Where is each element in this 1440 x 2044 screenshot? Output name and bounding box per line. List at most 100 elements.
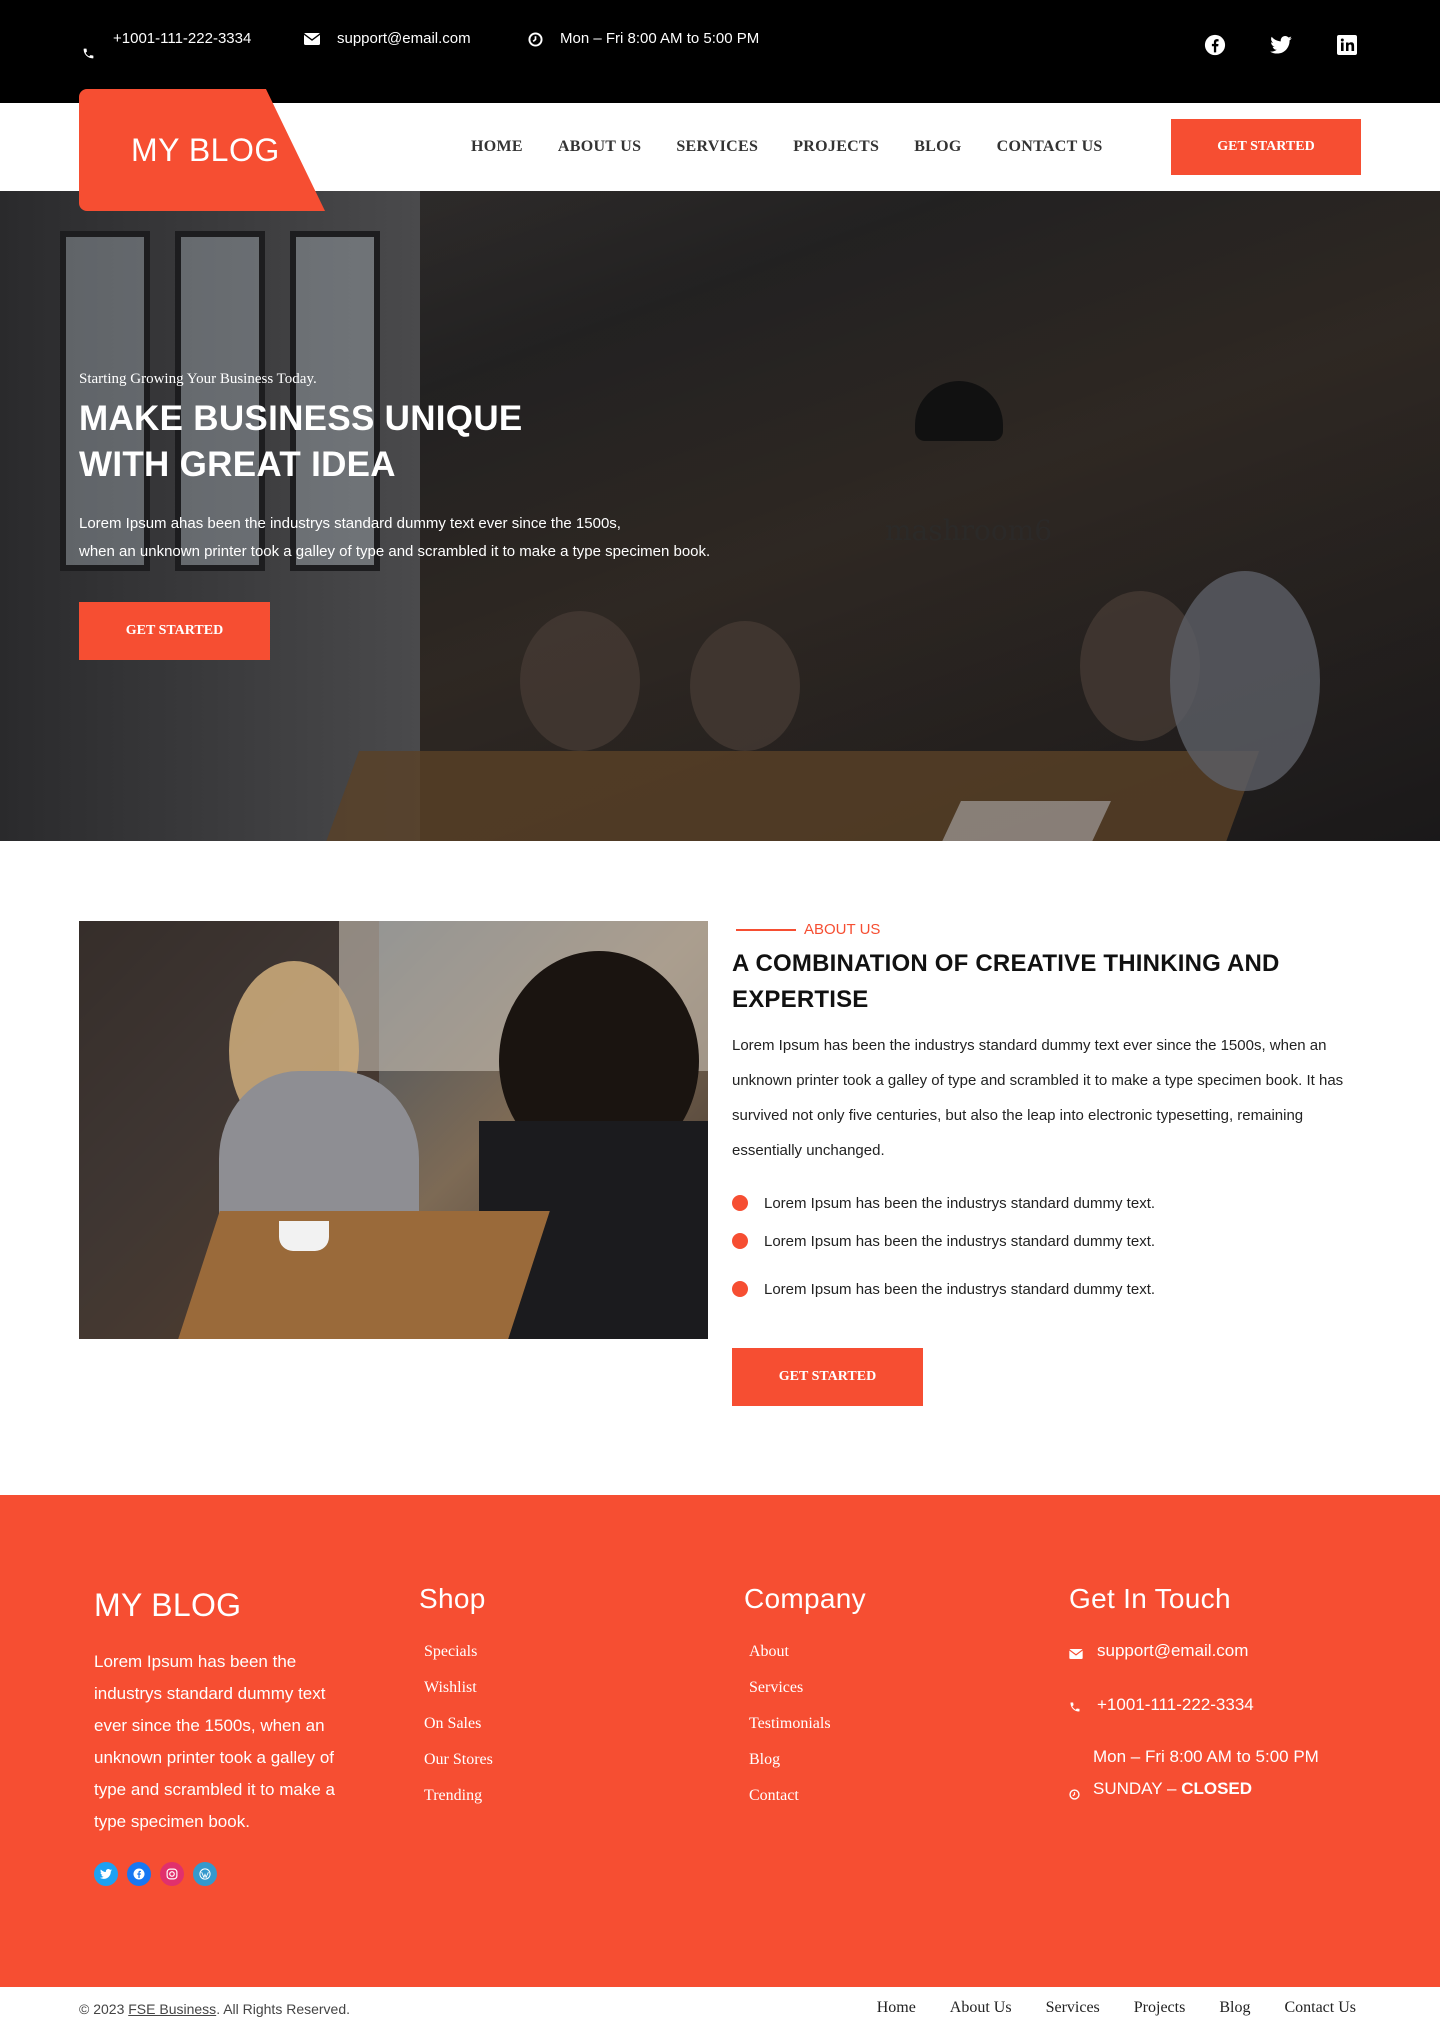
about-title: A COMBINATION OF CREATIVE THINKING AND E…	[732, 950, 1280, 1013]
bullet-badge-icon	[732, 1233, 748, 1249]
footer-closed-label: CLOSED	[1181, 1779, 1253, 1798]
footer-shop-title: Shop	[419, 1583, 486, 1614]
copyright-suffix: . All Rights Reserved.	[216, 2001, 351, 2017]
kicker-line	[736, 928, 796, 931]
footer-link[interactable]: Services	[749, 1677, 866, 1713]
footer-link[interactable]: Testimonials	[749, 1713, 866, 1749]
footer-get-in-touch: Get In Touch support@email.com +1001-111…	[1069, 1583, 1359, 1811]
about-get-started-button[interactable]: GET STARTED	[732, 1348, 923, 1406]
topbar-phone-text: +1001-111-222-3334	[113, 30, 252, 47]
nav-home[interactable]: HOME	[471, 138, 523, 156]
footer-hours-sunday: SUNDAY – CLOSED	[1093, 1773, 1319, 1805]
about-bullet-list: Lorem Ipsum has been the industrys stand…	[732, 1184, 1362, 1308]
phone-icon	[1069, 1695, 1085, 1715]
topbar-email[interactable]: support@email.com	[303, 26, 471, 52]
bottom-nav-contact-us[interactable]: Contact Us	[1284, 1999, 1356, 2017]
topbar-hours-text: Mon – Fri 8:00 AM to 5:00 PM	[560, 30, 760, 47]
hero-photo-table	[300, 751, 1260, 841]
footer-phone-text: +1001-111-222-3334	[1097, 1695, 1254, 1714]
footer-link[interactable]: Contact	[749, 1785, 866, 1821]
bottom-nav-home[interactable]: Home	[877, 1999, 916, 2017]
site-footer: MY BLOG Lorem Ipsum has been the industr…	[0, 1495, 1440, 1987]
phone-icon	[79, 40, 97, 66]
clock-icon	[1069, 1741, 1085, 1811]
footer-link[interactable]: Trending	[424, 1785, 493, 1821]
bottom-nav-about-us[interactable]: About Us	[950, 1999, 1012, 2017]
site-header: MY BLOG HOME ABOUT US SERVICES PROJECTS …	[0, 89, 1440, 211]
footer-phone[interactable]: +1001-111-222-3334	[1069, 1695, 1359, 1715]
hero-get-started-button[interactable]: GET STARTED	[79, 602, 270, 660]
hero-text-line: when an unknown printer took a galley of…	[79, 543, 711, 560]
footer-email[interactable]: support@email.com	[1069, 1641, 1359, 1661]
footer-link[interactable]: About	[749, 1641, 866, 1677]
about-photo	[79, 921, 708, 1339]
footer-link[interactable]: Blog	[749, 1749, 866, 1785]
hero-content: Starting Growing Your Business Today. MA…	[79, 371, 759, 660]
topbar-hours: Mon – Fri 8:00 AM to 5:00 PM	[526, 26, 759, 52]
bullet-text: Lorem Ipsum has been the industrys stand…	[764, 1232, 1156, 1250]
footer-hours: Mon – Fri 8:00 AM to 5:00 PM SUNDAY – CL…	[1069, 1741, 1359, 1811]
envelope-icon	[303, 26, 321, 52]
bullet-badge-icon	[732, 1195, 748, 1211]
bullet-text: Lorem Ipsum has been the industrys stand…	[764, 1280, 1156, 1298]
list-item: Lorem Ipsum has been the industrys stand…	[732, 1270, 1362, 1308]
bottom-nav-projects[interactable]: Projects	[1134, 1999, 1186, 2017]
facebook-icon[interactable]	[1203, 33, 1227, 57]
footer-link[interactable]: Our Stores	[424, 1749, 493, 1785]
instagram-icon[interactable]	[160, 1862, 184, 1886]
hero-kicker: Starting Growing Your Business Today.	[79, 371, 317, 387]
footer-sunday-label: SUNDAY –	[1093, 1779, 1182, 1798]
bullet-badge-icon	[732, 1281, 748, 1297]
footer-logo[interactable]: MY BLOG	[94, 1587, 354, 1624]
about-section: ABOUT US A COMBINATION OF CREATIVE THINK…	[0, 841, 1440, 1495]
footer-hours-weekday: Mon – Fri 8:00 AM to 5:00 PM	[1093, 1747, 1319, 1766]
footer-shop-links: Specials Wishlist On Sales Our Stores Tr…	[419, 1641, 493, 1821]
nav-projects[interactable]: PROJECTS	[793, 138, 879, 156]
hero-title-line: MAKE BUSINESS UNIQUE	[79, 399, 523, 438]
linkedin-icon[interactable]	[1335, 33, 1359, 57]
list-item: Lorem Ipsum has been the industrys stand…	[732, 1184, 1362, 1222]
copyright: © 2023 FSE Business. All Rights Reserved…	[79, 2001, 350, 2017]
bullet-text: Lorem Ipsum has been the industrys stand…	[764, 1194, 1156, 1212]
hero-title-line: WITH GREAT IDEA	[79, 445, 396, 484]
main-nav: HOME ABOUT US SERVICES PROJECTS BLOG CON…	[471, 103, 1103, 191]
nav-blog[interactable]: BLOG	[914, 138, 961, 156]
envelope-icon	[1069, 1641, 1085, 1661]
hero-text-line: Lorem Ipsum ahas been the industrys stan…	[79, 515, 621, 532]
list-item: Lorem Ipsum has been the industrys stand…	[732, 1222, 1362, 1260]
bottom-bar: © 2023 FSE Business. All Rights Reserved…	[0, 1987, 1440, 2033]
topbar-social	[1203, 33, 1359, 57]
nav-about-us[interactable]: ABOUT US	[558, 138, 641, 156]
footer-link[interactable]: On Sales	[424, 1713, 493, 1749]
footer-brand-text: Lorem Ipsum has been the industrys stand…	[94, 1652, 335, 1831]
bottom-nav-services[interactable]: Services	[1046, 1999, 1100, 2017]
bottom-nav: Home About Us Services Projects Blog Con…	[877, 1999, 1356, 2017]
top-bar: +1001-111-222-3334 support@email.com Mon…	[0, 0, 1440, 103]
footer-company: Company About Services Testimonials Blog…	[744, 1583, 866, 1821]
footer-shop: Shop Specials Wishlist On Sales Our Stor…	[419, 1583, 493, 1821]
topbar-phone[interactable]: +1001-111-222-3334	[79, 26, 279, 66]
about-photo-cup	[279, 1221, 329, 1251]
about-kicker-text: ABOUT US	[804, 921, 881, 938]
hero-text: Lorem Ipsum ahas been the industrys stan…	[79, 510, 759, 566]
twitter-icon[interactable]	[1269, 33, 1293, 57]
header-get-started-button[interactable]: GET STARTED	[1171, 119, 1361, 175]
hero-photo-person	[1170, 571, 1320, 791]
hero-section: mashroom6 Starting Growing Your Business…	[0, 191, 1440, 841]
site-logo[interactable]: MY BLOG	[79, 89, 325, 211]
copyright-prefix: © 2023	[79, 2001, 129, 2017]
footer-hours-text: Mon – Fri 8:00 AM to 5:00 PM SUNDAY – CL…	[1093, 1741, 1319, 1811]
footer-company-title: Company	[744, 1583, 866, 1614]
nav-services[interactable]: SERVICES	[676, 138, 758, 156]
bottom-nav-blog[interactable]: Blog	[1219, 1999, 1250, 2017]
about-content: ABOUT US A COMBINATION OF CREATIVE THINK…	[732, 921, 1362, 1406]
footer-link[interactable]: Wishlist	[424, 1677, 493, 1713]
wordpress-icon[interactable]	[193, 1862, 217, 1886]
about-kicker: ABOUT US	[732, 921, 1362, 938]
copyright-link[interactable]: FSE Business	[128, 2001, 216, 2017]
nav-contact-us[interactable]: CONTACT US	[997, 138, 1103, 156]
footer-touch-title: Get In Touch	[1069, 1583, 1231, 1614]
footer-link[interactable]: Specials	[424, 1641, 493, 1677]
facebook-icon[interactable]	[127, 1862, 151, 1886]
twitter-icon[interactable]	[94, 1862, 118, 1886]
